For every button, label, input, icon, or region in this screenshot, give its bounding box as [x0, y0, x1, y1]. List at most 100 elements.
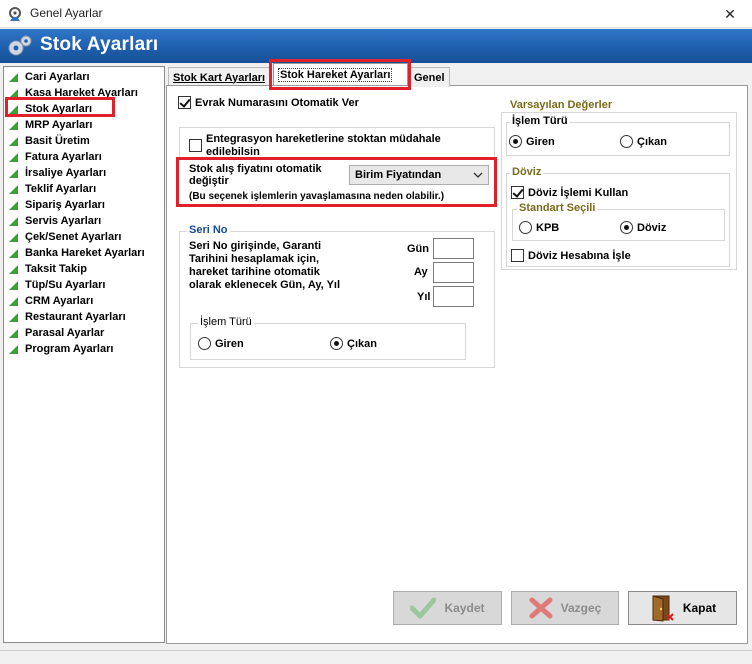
tab-genel[interactable]: Genel	[409, 67, 450, 87]
sidebar-item[interactable]: Program Ayarları	[8, 341, 113, 357]
tree-node-icon	[9, 184, 18, 194]
app-icon	[9, 7, 21, 21]
tab-stok-kart-ayarlari[interactable]: Stok Kart Ayarları	[168, 67, 272, 87]
checkbox-label: Evrak Numarasını Otomatik Ver	[195, 96, 359, 109]
button-label: Vazgeç	[560, 601, 602, 615]
checkbox-label: Döviz Hesabına İşle	[528, 249, 631, 262]
tree-node-icon	[9, 136, 18, 146]
yil-input[interactable]	[433, 286, 474, 307]
checkbox-box	[511, 249, 524, 262]
tree-node-icon	[9, 296, 18, 306]
tree-node-icon	[9, 72, 18, 82]
label-line: değiştir	[189, 175, 229, 187]
sidebar-item-label: Banka Hareket Ayarları	[25, 247, 145, 259]
tree-node-icon	[9, 312, 18, 322]
radio-dot	[330, 337, 343, 350]
entegrasyon-checkbox[interactable]: Entegrasyon hareketlerine stoktan müdaha…	[189, 133, 441, 159]
sidebar-item[interactable]: CRM Ayarları	[8, 293, 93, 309]
sidebar-item[interactable]: MRP Ayarları	[8, 117, 92, 133]
seri-no-islem-turu-legend: İşlem Türü	[198, 316, 254, 328]
doviz-legend: Döviz	[510, 166, 544, 178]
description-line: hareket tarihine otomatik	[189, 266, 320, 278]
description-line: Tarihini hesaplamak için,	[189, 253, 320, 265]
sidebar-item[interactable]: Teklif Ayarları	[8, 181, 96, 197]
sidebar-item[interactable]: Taksit Takip	[8, 261, 87, 277]
status-bar	[0, 650, 752, 664]
stok-alis-warning: (Bu seçenek işlemlerin yavaşlamasına ned…	[189, 191, 445, 202]
sidebar-item-label: Servis Ayarları	[25, 215, 102, 227]
close-button[interactable]: ✕	[708, 0, 752, 28]
label-line: Entegrasyon hareketlerine stoktan müdaha…	[206, 133, 441, 145]
tree-node-icon	[9, 120, 18, 130]
sidebar-item[interactable]: Servis Ayarları	[8, 213, 101, 229]
description-line: Seri No girişinde, Garanti	[189, 240, 322, 252]
checkbox-box	[511, 186, 524, 199]
tree-node-icon	[9, 328, 18, 338]
varsayilan-cikan-radio[interactable]: Çıkan	[620, 135, 667, 148]
evrak-numarasi-checkbox[interactable]: Evrak Numarasını Otomatik Ver	[178, 96, 359, 109]
tree-node-icon	[9, 200, 18, 210]
radio-label: Giren	[526, 135, 555, 148]
checkbox-label: Entegrasyon hareketlerine stoktan müdaha…	[206, 133, 441, 159]
varsayilan-giren-radio[interactable]: Giren	[509, 135, 555, 148]
seri-no-cikan-radio[interactable]: Çıkan	[330, 337, 377, 350]
sidebar-item-label: Sipariş Ayarları	[25, 199, 105, 211]
sidebar-item[interactable]: Fatura Ayarları	[8, 149, 102, 165]
button-label: Kapat	[682, 601, 717, 615]
sidebar-item-label: İrsaliye Ayarları	[25, 167, 107, 179]
radio-dot	[509, 135, 522, 148]
checkbox-label: Döviz İşlemi Kullan	[528, 186, 629, 199]
radio-label: KPB	[536, 221, 560, 234]
kpb-radio[interactable]: KPB	[519, 221, 559, 234]
tree-node-icon	[9, 232, 18, 242]
varsayilan-islem-turu-legend: İşlem Türü	[510, 115, 570, 127]
doviz-hesabina-isle-checkbox[interactable]: Döviz Hesabına İşle	[511, 249, 631, 262]
sidebar-item-label: Restaurant Ayarları	[25, 311, 126, 323]
sidebar-item-label: Tüp/Su Ayarları	[25, 279, 106, 291]
radio-dot	[620, 135, 633, 148]
exit-door-icon	[652, 595, 674, 622]
varsayilan-legend: Varsayılan Değerler	[508, 99, 615, 111]
sidebar-item-label: Cari Ayarları	[25, 71, 90, 83]
cancel-x-icon	[529, 597, 553, 619]
tree-node-icon	[9, 264, 18, 274]
window-title: Genel Ayarlar	[30, 6, 103, 20]
doviz-islemi-kullan-checkbox[interactable]: Döviz İşlemi Kullan	[511, 186, 628, 199]
sidebar-item-label: Fatura Ayarları	[25, 151, 102, 163]
tree-node-icon	[9, 280, 18, 290]
sidebar-item[interactable]: Basit Üretim	[8, 133, 90, 149]
sidebar-item-label: Taksit Takip	[25, 263, 87, 275]
ay-input[interactable]	[433, 262, 474, 283]
sidebar-item[interactable]: Tüp/Su Ayarları	[8, 277, 105, 293]
sidebar-item-label: Parasal Ayarlar	[25, 327, 105, 339]
sidebar-item[interactable]: Parasal Ayarlar	[8, 325, 104, 341]
sidebar-item[interactable]: Restaurant Ayarları	[8, 309, 126, 325]
radio-dot	[620, 221, 633, 234]
stok-alis-dropdown[interactable]: Birim Fiyatından	[349, 165, 489, 185]
checkbox-box	[189, 139, 202, 152]
chevron-down-icon	[473, 172, 483, 178]
stok-alis-label: Stok alış fiyatını otomatik değiştir	[189, 163, 322, 187]
radio-dot	[198, 337, 211, 350]
seri-no-description: Seri No girişinde, Garanti Tarihini hesa…	[189, 240, 340, 292]
gun-input[interactable]	[433, 238, 474, 259]
sidebar-item[interactable]: Cari Ayarları	[8, 69, 90, 85]
dropdown-value: Birim Fiyatından	[355, 169, 442, 181]
ay-label: Ay	[414, 266, 428, 278]
seri-no-giren-radio[interactable]: Giren	[198, 337, 244, 350]
doviz-radio[interactable]: Döviz	[620, 221, 666, 234]
vazgec-button[interactable]: Vazgeç	[511, 591, 619, 625]
sidebar-item[interactable]: İrsaliye Ayarları	[8, 165, 106, 181]
kaydet-button[interactable]: Kaydet	[393, 591, 502, 625]
title-bar: Genel Ayarlar ✕	[0, 0, 752, 28]
sidebar-item[interactable]: Banka Hareket Ayarları	[8, 245, 145, 261]
sidebar-selection-highlight	[5, 97, 115, 117]
radio-label: Giren	[215, 337, 244, 350]
tree-node-icon	[9, 248, 18, 258]
sidebar-item[interactable]: Çek/Senet Ayarları	[8, 229, 121, 245]
kapat-button[interactable]: Kapat	[628, 591, 737, 625]
sidebar-item[interactable]: Sipariş Ayarları	[8, 197, 105, 213]
tab-highlight	[269, 59, 411, 90]
description-line: olarak eklenecek Gün, Ay, Yıl	[189, 279, 341, 291]
tab-label: Stok Kart Ayarları	[173, 71, 266, 84]
